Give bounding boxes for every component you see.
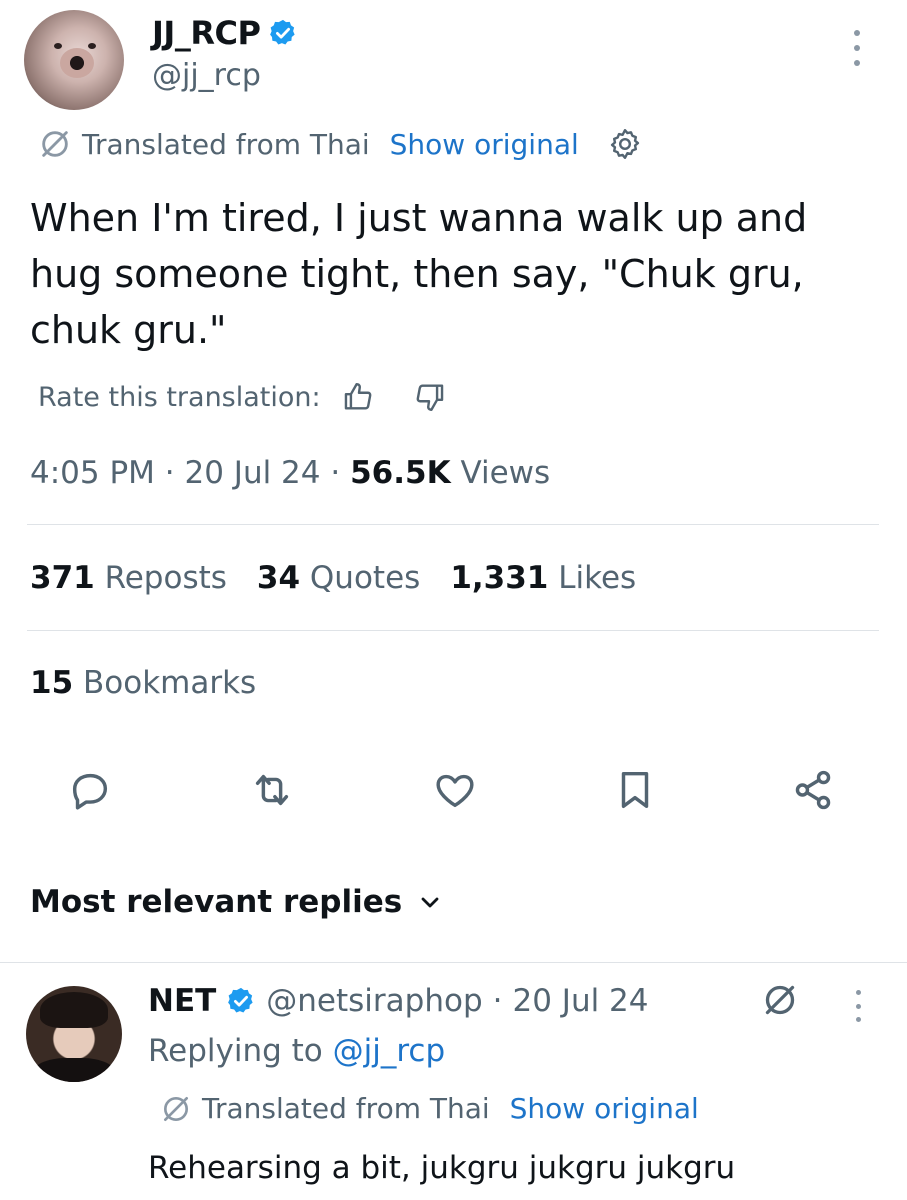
quotes-label: Quotes [309,560,421,596]
tweet-stats: 371 Reposts 34 Quotes 1,331 Likes [30,560,636,596]
replies-sort-dropdown[interactable]: Most relevant replies [30,884,442,920]
reply-more-options-icon[interactable] [852,990,864,1022]
tweet-time[interactable]: 4:05 PM [30,455,155,491]
show-original-link[interactable]: Show original [390,128,579,161]
reply-date[interactable]: 20 Jul 24 [513,983,649,1019]
translate-globe-icon [164,1096,188,1121]
reply-header: NET @netsiraphop · 20 Jul 24 [148,983,649,1019]
share-button[interactable] [783,760,843,820]
author-handle[interactable]: @jj_rcp [152,58,261,93]
reposts-stat[interactable]: 371 Reposts [30,560,227,596]
reply-translation-note: Translated from Thai [202,1092,490,1125]
avatar-eye [54,43,62,49]
translate-globe-icon [42,131,68,157]
translation-row: Translated from Thai Show original [38,126,643,162]
thumbs-down-icon[interactable] [413,380,447,414]
separator: · [330,455,341,491]
quotes-count: 34 [256,560,301,596]
like-icon [436,774,474,808]
reply-author-avatar[interactable] [26,986,122,1082]
likes-count: 1,331 [450,560,549,596]
share-icon [795,770,831,810]
thumbs-up-icon[interactable] [341,380,375,414]
avatar-body [32,1058,116,1082]
translation-note: Translated from Thai [82,127,370,161]
reply-author-handle[interactable]: @netsiraphop [266,983,482,1019]
quotes-stat[interactable]: 34 Quotes [257,560,420,596]
tweet-date[interactable]: 20 Jul 24 [185,455,321,491]
chevron-down-icon [421,897,439,908]
author-name-row[interactable]: JJ_RCP [152,14,298,52]
bookmarks-count: 15 [30,665,74,701]
reply-icon [72,773,108,810]
reply-translation-row: Translated from Thai Show original [160,1092,699,1125]
more-options-icon[interactable] [850,30,864,66]
likes-label: Likes [558,560,637,596]
bookmarks-label: Bookmarks [83,665,257,701]
replying-to-handle[interactable]: @jj_rcp [333,1033,446,1069]
divider [27,630,879,631]
views-label[interactable]: Views [460,455,550,491]
author-name[interactable]: JJ_RCP [152,14,261,52]
reply-author-name[interactable]: NET [148,983,216,1019]
separator: · [492,983,503,1019]
reply-translate-icon[interactable] [760,980,800,1024]
author-avatar[interactable] [24,10,124,110]
avatar-snout [60,48,94,78]
rate-translation-label: Rate this translation: [38,381,321,413]
divider [0,962,907,963]
bookmark-button[interactable] [605,760,665,820]
tweet-action-bar [50,760,850,820]
repost-button[interactable] [242,760,302,820]
replying-to-row: Replying to @jj_rcp [148,1033,445,1069]
avatar-hair [40,992,108,1028]
bookmarks-stat[interactable]: 15 Bookmarks [30,665,256,701]
repost-icon [255,774,289,806]
separator: · [164,455,175,491]
divider [27,524,879,525]
rate-translation-row: Rate this translation: [38,380,447,414]
verified-badge-icon [270,19,296,45]
reply-text: Rehearsing a bit, jukgru jukgru jukgru [148,1150,736,1186]
verified-badge-icon [228,987,253,1013]
reply-show-original-link[interactable]: Show original [510,1092,699,1125]
settings-gear-icon[interactable] [607,126,643,162]
tweet-meta: 4:05 PM · 20 Jul 24 · 56.5K Views [30,455,550,491]
like-button[interactable] [425,760,485,820]
reply-button[interactable] [60,760,120,820]
avatar-eye [88,43,96,49]
replying-to-label: Replying to [148,1033,323,1069]
reposts-label: Reposts [104,560,227,596]
bookmark-icon [621,771,649,809]
reposts-count: 371 [30,560,95,596]
views-count[interactable]: 56.5K [350,455,451,491]
likes-stat[interactable]: 1,331 Likes [450,560,636,596]
translate-globe-icon [765,985,795,1015]
tweet-text: When I'm tired, I just wanna walk up and… [30,196,808,352]
replies-sort-label: Most relevant replies [30,884,403,920]
